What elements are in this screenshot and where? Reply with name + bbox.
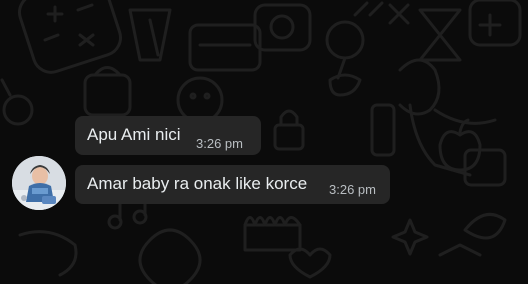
message-timestamp: 3:26 pm bbox=[329, 182, 376, 197]
message-timestamp: 3:26 pm bbox=[196, 136, 243, 151]
message-bubble[interactable]: Apu Ami nici 3:26 pm bbox=[75, 116, 261, 155]
baby-photo-avatar-icon bbox=[12, 156, 66, 210]
message-bubble[interactable]: Amar baby ra onak like korce 3:26 pm bbox=[75, 165, 390, 204]
message-text: Amar baby ra onak like korce bbox=[87, 174, 308, 193]
sender-avatar[interactable] bbox=[12, 156, 66, 210]
message-text: Apu Ami nici bbox=[87, 125, 181, 144]
